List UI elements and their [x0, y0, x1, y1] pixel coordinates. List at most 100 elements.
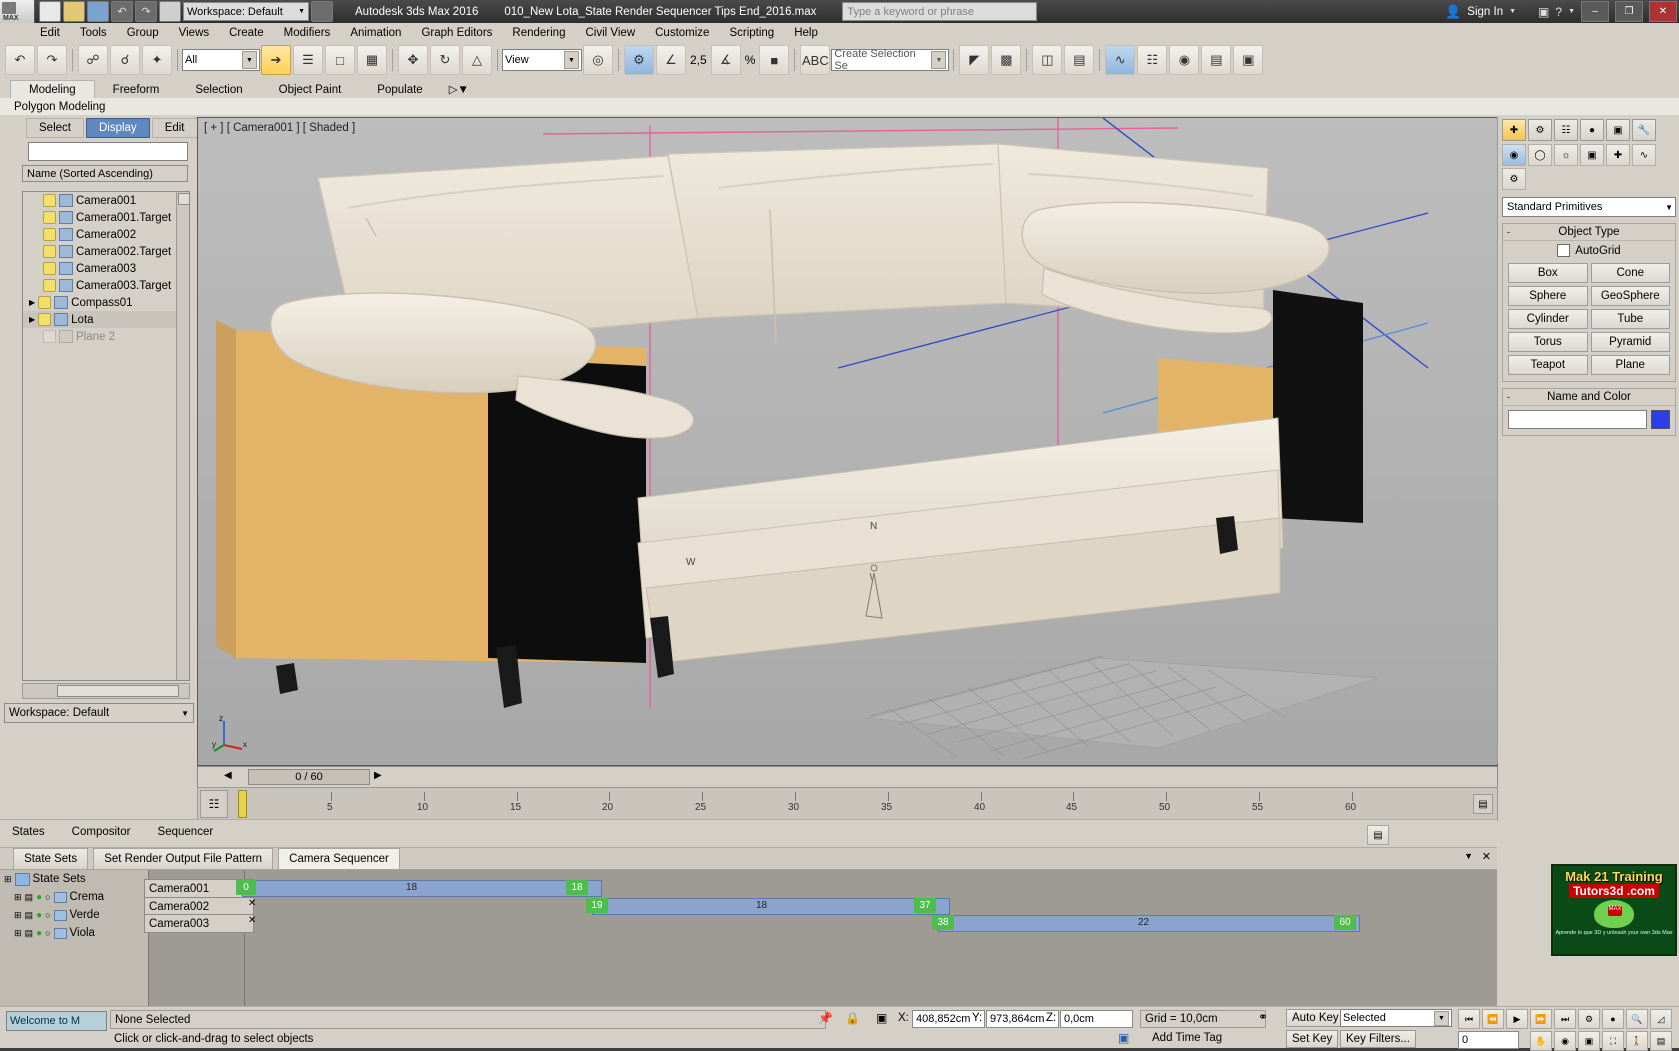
- time-configuration-icon[interactable]: ⚙: [1578, 1009, 1600, 1029]
- percent-snap-button[interactable]: ∡: [710, 45, 741, 75]
- object-category-combo[interactable]: Standard Primitives ▼: [1502, 197, 1676, 217]
- angle-snap-button[interactable]: ∠: [656, 45, 686, 75]
- next-frame-icon[interactable]: ⏩: [1530, 1009, 1552, 1029]
- list-item[interactable]: Camera003.Target: [23, 277, 189, 294]
- maximize-button[interactable]: ❐: [1615, 1, 1643, 22]
- select-by-name-button[interactable]: ☰: [293, 45, 323, 75]
- tab-set-render-output-file-pattern[interactable]: Set Render Output File Pattern: [93, 848, 274, 870]
- light-bulb-icon[interactable]: [43, 262, 56, 275]
- space-warps-icon[interactable]: ∿: [1632, 144, 1656, 166]
- material-editor-button[interactable]: ◉: [1169, 45, 1200, 75]
- clip-start-camera001[interactable]: 0: [236, 880, 256, 895]
- frame-prev-icon[interactable]: ◀: [224, 770, 232, 781]
- goto-start-icon[interactable]: ⏮: [1458, 1009, 1480, 1029]
- light-bulb-icon[interactable]: [43, 228, 56, 241]
- tab-sequencer[interactable]: Sequencer: [146, 820, 226, 844]
- goto-end-icon[interactable]: ⏭: [1554, 1009, 1576, 1029]
- current-frame-spinner[interactable]: 0: [1458, 1031, 1519, 1049]
- menu-item-group[interactable]: Group: [117, 25, 169, 41]
- open-file-icon[interactable]: [63, 1, 85, 22]
- chevron-down-icon[interactable]: ▼: [181, 709, 189, 718]
- curve-editor-button[interactable]: ∿: [1105, 45, 1136, 75]
- reference-coordinate-combo[interactable]: View ▼: [502, 49, 582, 71]
- record-icon[interactable]: ●: [36, 928, 42, 939]
- sign-in-button[interactable]: Sign In: [1467, 6, 1503, 18]
- menu-item-scripting[interactable]: Scripting: [719, 25, 784, 41]
- orbit-view-icon[interactable]: ◉: [1554, 1031, 1576, 1051]
- ribbon-toggle-button[interactable]: ▤: [1064, 45, 1095, 75]
- chevron-down-icon[interactable]: ▼: [1434, 1010, 1449, 1026]
- shapes-icon[interactable]: ◯: [1528, 144, 1552, 166]
- clip-bar-camera002[interactable]: [592, 898, 950, 915]
- tab-modeling[interactable]: Modeling: [10, 80, 95, 98]
- light-bulb-icon[interactable]: [43, 194, 56, 207]
- tab-hierarchy[interactable]: ☷: [1554, 119, 1578, 141]
- track-close-icon[interactable]: ✕: [248, 898, 256, 909]
- chevron-down-icon[interactable]: ▼: [1665, 203, 1673, 212]
- helpers-icon[interactable]: ✚: [1606, 144, 1630, 166]
- redo-button[interactable]: ↷: [37, 45, 67, 75]
- create-box-button[interactable]: Box: [1508, 263, 1588, 283]
- snap-toggle-button[interactable]: ⚙: [624, 45, 654, 75]
- tab-populate[interactable]: Populate: [359, 81, 440, 98]
- list-item[interactable]: Camera003: [23, 260, 189, 277]
- tab-edit[interactable]: Edit: [151, 118, 198, 138]
- tab-modify[interactable]: ⚙: [1528, 119, 1552, 141]
- clip-start-camera002[interactable]: 19: [586, 898, 608, 913]
- search-input[interactable]: Type a keyword or phrase: [842, 2, 1038, 21]
- state-set-row[interactable]: ⊞ ▤ ● ○ Viola: [0, 924, 148, 942]
- render-toggle-icon[interactable]: ▤: [25, 910, 34, 921]
- light-bulb-icon[interactable]: [38, 313, 52, 326]
- menu-item-animation[interactable]: Animation: [340, 25, 411, 41]
- frame-next-icon[interactable]: ▶: [374, 770, 382, 781]
- open-mini-curve-editor-icon[interactable]: ☷: [200, 790, 228, 818]
- play-animation-icon[interactable]: ▶: [1506, 1009, 1528, 1029]
- prev-frame-icon[interactable]: ⏪: [1482, 1009, 1504, 1029]
- absolute-relative-icon[interactable]: ▣: [876, 1011, 887, 1025]
- viewport-camera001[interactable]: W N [ + ] [ Camera001 ] [ Shaded ] z x y: [197, 117, 1498, 766]
- rollout-toggle-icon[interactable]: -: [1507, 392, 1510, 402]
- help-icon[interactable]: ?: [1555, 5, 1562, 19]
- selection-filter-combo[interactable]: All ▼: [182, 49, 260, 71]
- create-tube-button[interactable]: Tube: [1590, 309, 1670, 329]
- geometry-icon[interactable]: ◉: [1502, 144, 1526, 166]
- select-region-button[interactable]: □: [325, 45, 355, 75]
- rendered-frame-button[interactable]: ▣: [1233, 45, 1264, 75]
- camera-link-icon[interactable]: ○: [45, 892, 50, 902]
- expand-arrow-icon[interactable]: ⊞: [14, 892, 22, 903]
- menu-item-views[interactable]: Views: [169, 25, 219, 41]
- key-mode-combo[interactable]: Selected ▼: [1340, 1009, 1452, 1027]
- exchange-store-icon[interactable]: ▣: [1538, 5, 1549, 19]
- state-set-row[interactable]: ⊞ ▤ ● ○ Crema: [0, 888, 148, 906]
- zoom-extents-icon[interactable]: ▣: [1578, 1031, 1600, 1051]
- tab-select[interactable]: Select: [26, 118, 84, 138]
- render-setup-button[interactable]: ▤: [1201, 45, 1232, 75]
- tab-display[interactable]: ▣: [1606, 119, 1630, 141]
- cameras-icon[interactable]: ▣: [1580, 144, 1604, 166]
- chevron-down-icon[interactable]: ▼: [931, 51, 947, 69]
- track-bar[interactable]: ☷ 5 10 15 20 25 30 35 40 45 50 55 60 ▤: [197, 787, 1498, 821]
- clip-end-camera002[interactable]: 37: [914, 898, 936, 913]
- pin-stack-icon[interactable]: 📌: [818, 1011, 833, 1025]
- project-folder-icon[interactable]: [159, 1, 181, 22]
- list-item[interactable]: Camera001.Target: [23, 209, 189, 226]
- menu-item-rendering[interactable]: Rendering: [502, 25, 575, 41]
- expand-arrow-icon[interactable]: ▶: [29, 315, 35, 324]
- create-geosphere-button[interactable]: GeoSphere: [1590, 286, 1670, 306]
- scene-explorer-search-input[interactable]: [28, 142, 188, 161]
- expand-arrow-icon[interactable]: ⊞: [14, 928, 22, 939]
- menu-item-civil-view[interactable]: Civil View: [575, 25, 645, 41]
- render-toggle-icon[interactable]: ▤: [25, 892, 34, 903]
- object-type-header[interactable]: - Object Type: [1503, 224, 1675, 241]
- select-and-scale-button[interactable]: △: [462, 45, 492, 75]
- scene-explorer-hscrollbar[interactable]: [22, 683, 190, 699]
- light-bulb-icon[interactable]: [43, 211, 56, 224]
- rollout-toggle-icon[interactable]: -: [1507, 227, 1510, 237]
- maximize-viewport-icon[interactable]: ⛶: [1602, 1031, 1624, 1051]
- light-bulb-icon[interactable]: [43, 279, 56, 292]
- user-avatar-icon[interactable]: 👤: [1445, 4, 1461, 20]
- app-logo-icon[interactable]: MAX: [0, 0, 35, 23]
- window-crossing-button[interactable]: ▦: [357, 45, 387, 75]
- create-torus-button[interactable]: Torus: [1508, 332, 1588, 352]
- state-set-row[interactable]: ⊞ ▤ ● ○ Verde: [0, 906, 148, 924]
